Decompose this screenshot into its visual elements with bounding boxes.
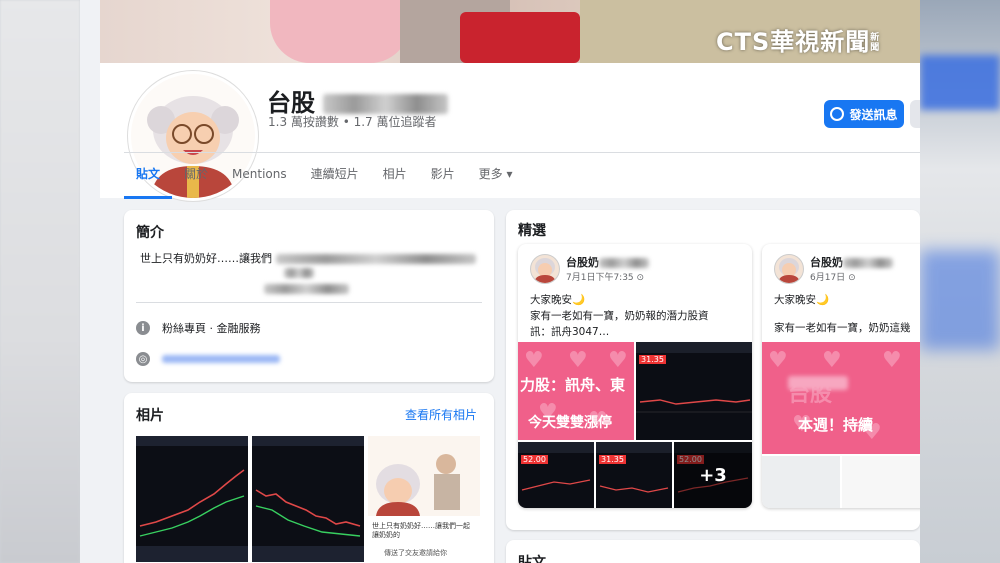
post-image-chart-3[interactable]: 31.35	[596, 442, 672, 508]
photos-card: 相片 查看所有相片 世上只有奶奶好……讓我們一起讓奶奶的 傳送了交友邀請給你	[124, 393, 494, 563]
posts-card: 貼文	[506, 540, 920, 563]
more-photos-overlay[interactable]: +3	[674, 442, 752, 508]
post-line-2: 家有一老如有一寶，奶奶報的潛力股資	[530, 310, 709, 322]
post-author[interactable]: 台股奶	[810, 254, 893, 270]
see-all-photos-link[interactable]: 查看所有相片	[405, 406, 477, 423]
post-author-avatar[interactable]	[530, 254, 560, 284]
redacted-website-link[interactable]	[162, 355, 280, 363]
post-time[interactable]: 6月17日 ⊙	[810, 270, 856, 283]
photo-thumbnail-1[interactable]	[136, 436, 248, 562]
tab-photos[interactable]: 相片	[371, 153, 419, 196]
post-author[interactable]: 台股奶	[566, 254, 649, 270]
photos-title: 相片	[136, 408, 164, 424]
background-left	[0, 0, 80, 563]
page-stats: 1.3 萬按讚數 • 1.7 萬位追蹤者	[268, 115, 437, 129]
website-row[interactable]: ◎	[136, 352, 280, 366]
post-image-main[interactable]: ♥ ♥ ♥ ♥ ♥ 台股 本週！持續	[762, 342, 920, 454]
photo3-caption: 世上只有奶奶好……讓我們一起讓奶奶的	[372, 522, 470, 539]
photo-thumbnail-2[interactable]	[252, 436, 364, 562]
post-image-sub-2[interactable]	[842, 456, 920, 508]
featured-post-1[interactable]: 台股奶 7月1日下午7:35 ⊙ 大家晚安🌙 家有一老如有一寶，奶奶報的潛力股資…	[518, 244, 752, 508]
redacted-name	[323, 94, 449, 114]
post-author-avatar[interactable]	[774, 254, 804, 284]
globe-icon: ⊙	[848, 273, 856, 283]
facebook-page: 台股 1.3 萬按讚數 • 1.7 萬位追蹤者 發送訊息 貼文 關於 Menti…	[80, 0, 920, 563]
posts-title: 貼文	[518, 555, 546, 563]
post-image-chart-1[interactable]: 31.35	[636, 342, 752, 440]
send-message-button[interactable]: 發送訊息	[824, 100, 904, 128]
intro-bio: 世上只有奶奶好……讓我們	[140, 250, 476, 266]
tab-more[interactable]: 更多 ▾	[467, 153, 525, 196]
post-line-3: 訊：訊舟3047…	[530, 326, 610, 338]
tab-mentions[interactable]: Mentions	[220, 153, 299, 196]
post-image-main[interactable]: ♥ ♥ ♥ ♥ ♥ 力股：訊舟、東 今天雙雙漲停	[518, 342, 634, 440]
promo-text-2: 今天雙雙漲停	[528, 415, 612, 431]
featured-post-2[interactable]: 台股奶 6月17日 ⊙ 大家晚安🌙 家有一老如有一寶，奶奶這幾 ♥ ♥ ♥ ♥ ♥ 台股…	[762, 244, 920, 508]
globe-icon: ⊙	[636, 273, 645, 283]
info-icon: i	[136, 321, 150, 335]
page-tabs: 貼文 關於 Mentions 連續短片 相片 影片 更多 ▾	[124, 153, 525, 199]
page-header: 台股 1.3 萬按讚數 • 1.7 萬位追蹤者 發送訊息 貼文 關於 Menti…	[100, 63, 920, 201]
intro-divider	[136, 302, 482, 303]
intro-title: 簡介	[136, 225, 164, 241]
intro-card: 簡介 世上只有奶奶好……讓我們 i 粉絲專頁 · 金融服務 ◎	[124, 210, 494, 382]
background-right	[920, 0, 1000, 563]
promo-text-1: 力股：訊舟、東	[520, 376, 626, 394]
photo-thumbnail-3[interactable]: 世上只有奶奶好……讓我們一起讓奶奶的 傳送了交友邀請給你	[368, 436, 480, 562]
featured-card: 精選 台股奶 7月1日下午7:35 ⊙ 大家晚安🌙 家有一老如有一寶，奶奶報的潛…	[506, 210, 920, 530]
post-time[interactable]: 7月1日下午7:35 ⊙	[566, 270, 644, 283]
featured-title: 精選	[518, 223, 546, 239]
tab-videos[interactable]: 影片	[419, 153, 467, 196]
tab-reels[interactable]: 連續短片	[299, 153, 371, 196]
category-row: i 粉絲專頁 · 金融服務	[136, 320, 261, 336]
promo-text-2: 本週！持續	[798, 416, 874, 434]
messenger-icon	[830, 107, 845, 121]
post-image-sub[interactable]	[762, 456, 840, 508]
post-line-2: 家有一老如有一寶，奶奶這幾	[774, 322, 911, 334]
intro-bio-line3	[264, 282, 349, 295]
photo3-button: 傳送了交友邀請給你	[384, 549, 447, 557]
post-image-chart-4[interactable]: 52.00 +3	[674, 442, 752, 508]
post-line-1: 大家晚安🌙	[530, 294, 586, 306]
post-image-chart-2[interactable]: 52.00	[518, 442, 594, 508]
cts-watermark-logo: CTS華視新聞新聞	[716, 28, 881, 56]
more-actions-button[interactable]	[910, 100, 920, 128]
tab-posts[interactable]: 貼文	[124, 153, 173, 199]
intro-bio-line2	[284, 266, 314, 279]
post-line-1: 大家晚安🌙	[774, 294, 830, 306]
globe-icon: ◎	[136, 352, 150, 366]
tab-about[interactable]: 關於	[172, 153, 220, 196]
